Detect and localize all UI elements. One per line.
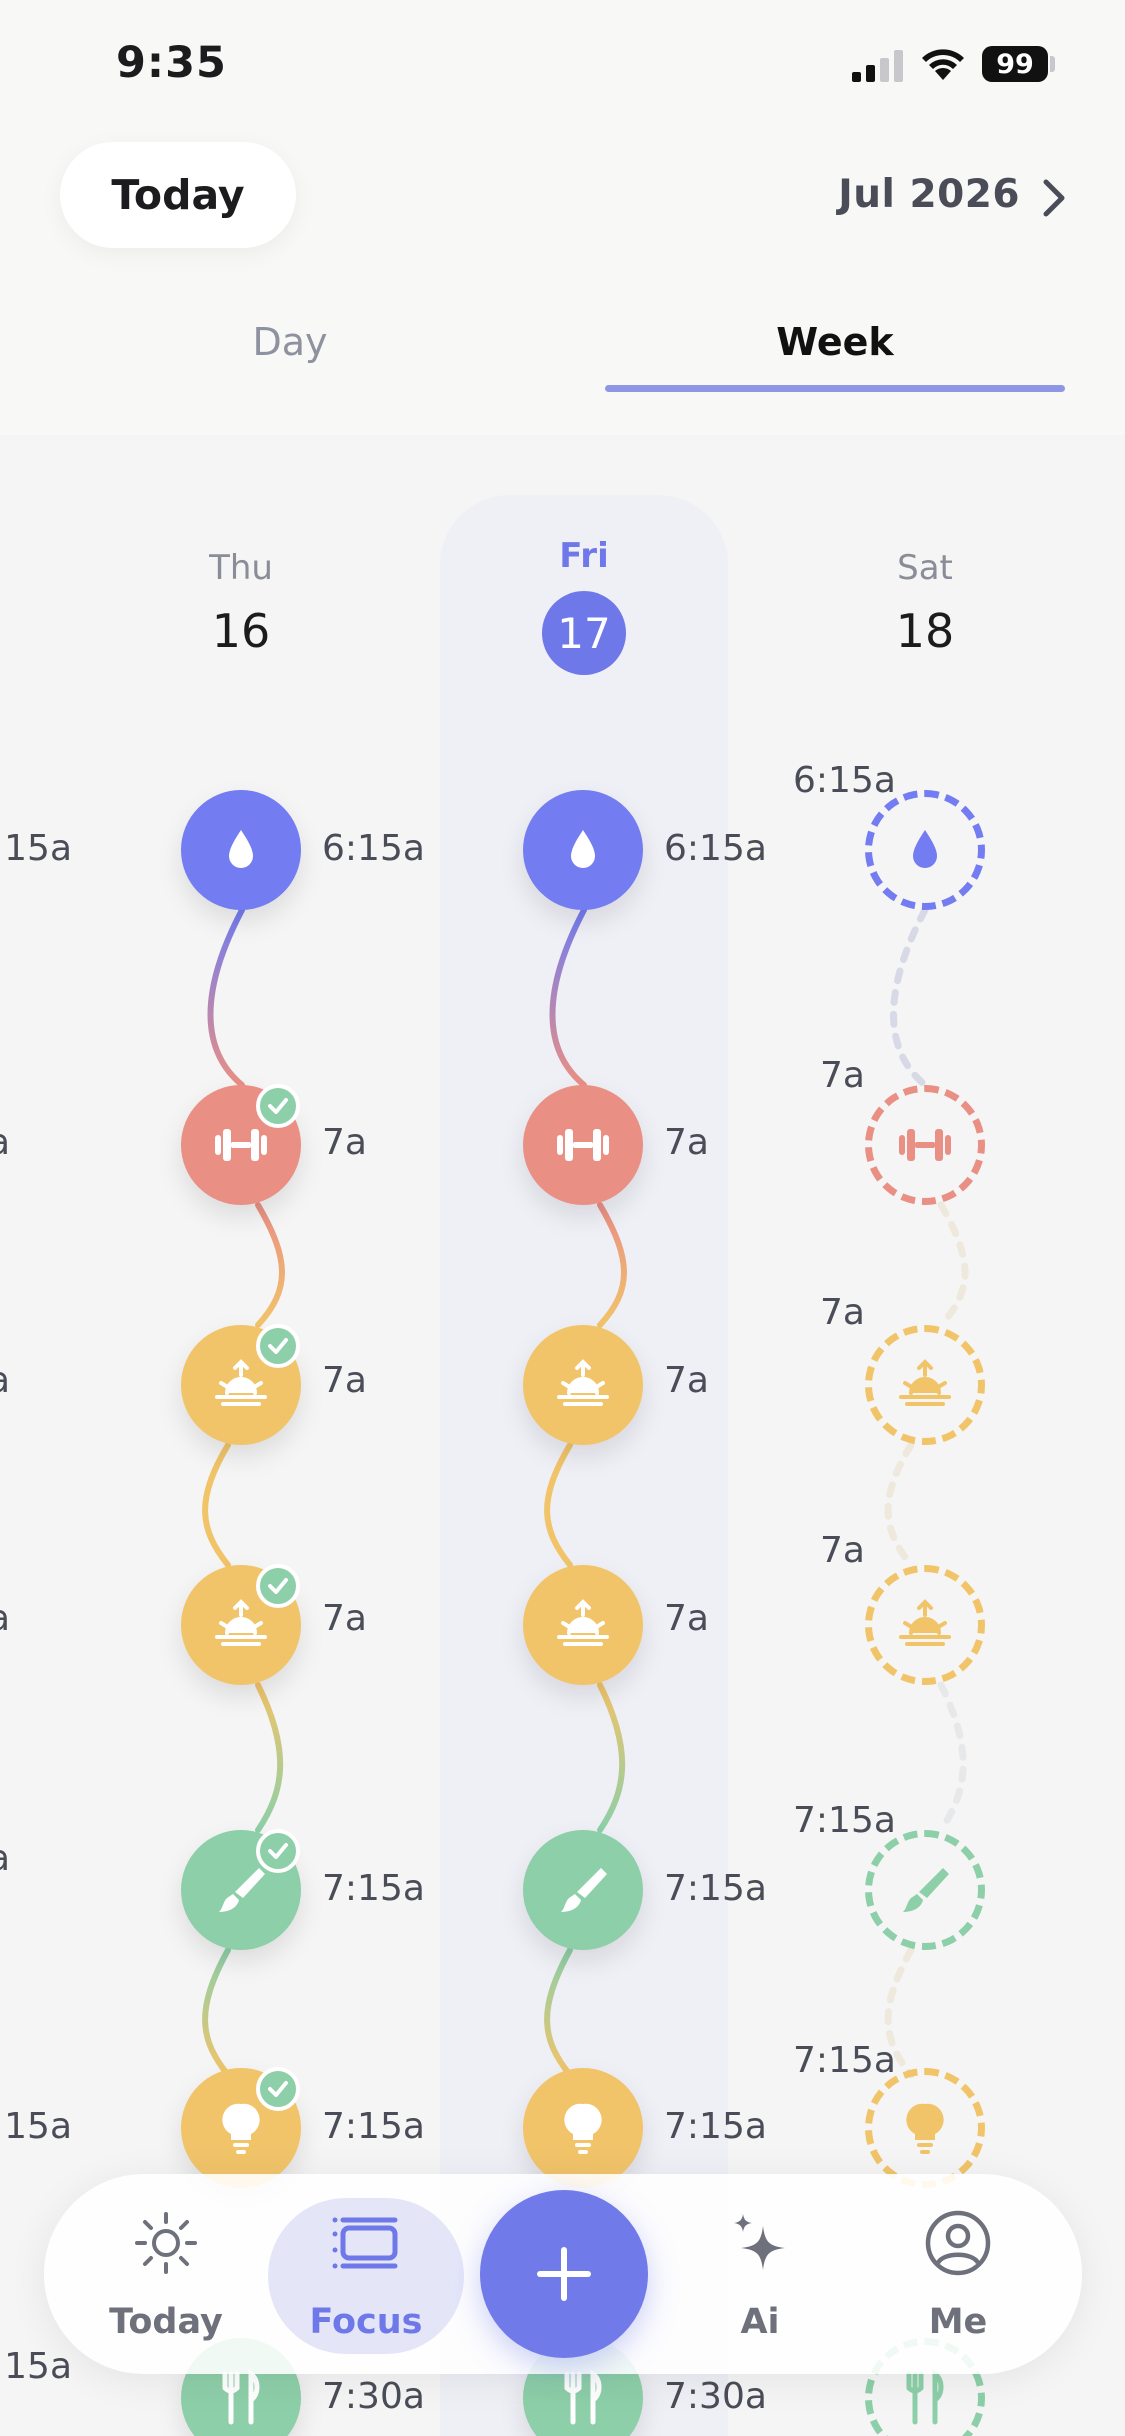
sparkle-icon xyxy=(734,2214,785,2270)
completed-check-icon xyxy=(256,1324,300,1368)
habit-time: 7:15a xyxy=(322,2106,425,2147)
habit-node-sunrise[interactable] xyxy=(865,1325,985,1445)
habit-time: 7:15a xyxy=(664,2106,767,2147)
nav-me[interactable]: Me xyxy=(878,2174,1038,2374)
sunrise-icon xyxy=(899,1359,951,1406)
habit-time: 7a xyxy=(322,1598,367,1639)
lightbulb-icon xyxy=(906,2103,944,2154)
completed-check-icon xyxy=(256,1084,300,1128)
time-label-wed: a xyxy=(0,1122,10,1163)
time-label-wed: a xyxy=(0,1598,10,1639)
habit-node-water[interactable] xyxy=(865,790,985,910)
habit-time: 7:30a xyxy=(322,2376,425,2417)
habit-time: 7a xyxy=(322,1360,367,1401)
time-label-wed: a xyxy=(0,1360,10,1401)
habit-time: 7:15a xyxy=(793,2040,896,2081)
completed-check-icon xyxy=(256,1564,300,1608)
time-label-wed: :15a xyxy=(0,828,72,869)
time-label-wed: :15a xyxy=(0,2346,72,2387)
fork-knife-icon xyxy=(906,2368,944,2425)
nav-me-label: Me xyxy=(928,2302,988,2342)
time-label-wed: a xyxy=(0,1838,10,1879)
profile-icon xyxy=(925,2210,991,2276)
time-label-wed: :15a xyxy=(0,2106,72,2147)
fork-knife-icon xyxy=(564,2368,602,2425)
habit-node-sunrise[interactable] xyxy=(523,1325,643,1445)
habit-node-workout[interactable] xyxy=(523,1085,643,1205)
habit-node-sunrise[interactable] xyxy=(523,1565,643,1685)
paintbrush-icon xyxy=(561,1868,607,1912)
habit-time: 7:15a xyxy=(664,1868,767,1909)
completed-check-icon xyxy=(256,1829,300,1873)
habit-node-sunrise[interactable] xyxy=(865,1565,985,1685)
habit-node-water[interactable] xyxy=(523,790,643,910)
focus-list-icon xyxy=(332,2217,398,2269)
sunrise-icon xyxy=(899,1599,951,1646)
nav-focus[interactable]: Focus xyxy=(286,2174,446,2374)
sunrise-icon xyxy=(557,1599,609,1646)
habit-time: 7a xyxy=(664,1360,709,1401)
habit-time: 7a xyxy=(820,1292,865,1333)
plus-icon xyxy=(537,2247,591,2301)
dumbbell-icon xyxy=(557,1129,609,1161)
habit-time: 6:15a xyxy=(793,760,896,801)
habit-node-water[interactable] xyxy=(181,790,301,910)
nav-focus-label: Focus xyxy=(309,2302,423,2342)
habit-time: 7:15a xyxy=(793,1800,896,1841)
habit-time: 7a xyxy=(664,1598,709,1639)
nav-today-label: Today xyxy=(109,2302,223,2342)
habit-time: 7a xyxy=(820,1530,865,1571)
dumbbell-icon xyxy=(899,1129,951,1161)
nav-ai[interactable]: Ai xyxy=(680,2174,840,2374)
nav-today[interactable]: Today xyxy=(86,2174,246,2374)
lightbulb-icon xyxy=(564,2103,602,2154)
habit-node-idea[interactable] xyxy=(865,2068,985,2188)
add-habit-button[interactable] xyxy=(480,2190,648,2358)
water-drop-icon xyxy=(913,830,937,868)
sunrise-icon xyxy=(557,1359,609,1406)
fork-knife-icon xyxy=(222,2368,260,2425)
habit-time: 7a xyxy=(322,1122,367,1163)
nav-ai-label: Ai xyxy=(740,2302,780,2342)
habit-time: 6:15a xyxy=(322,828,425,869)
habit-time: 6:15a xyxy=(664,828,767,869)
sun-icon xyxy=(135,2212,197,2274)
water-drop-icon xyxy=(229,830,253,868)
habit-node-art[interactable] xyxy=(523,1830,643,1950)
habit-node-idea[interactable] xyxy=(523,2068,643,2188)
paintbrush-icon xyxy=(903,1868,949,1912)
habit-time: 7a xyxy=(664,1122,709,1163)
habit-node-workout[interactable] xyxy=(865,1085,985,1205)
habit-node-art[interactable] xyxy=(865,1830,985,1950)
water-drop-icon xyxy=(571,830,595,868)
completed-check-icon xyxy=(256,2067,300,2111)
habit-time: 7a xyxy=(820,1055,865,1096)
habit-time: 7:15a xyxy=(322,1868,425,1909)
habit-time: 7:30a xyxy=(664,2376,767,2417)
